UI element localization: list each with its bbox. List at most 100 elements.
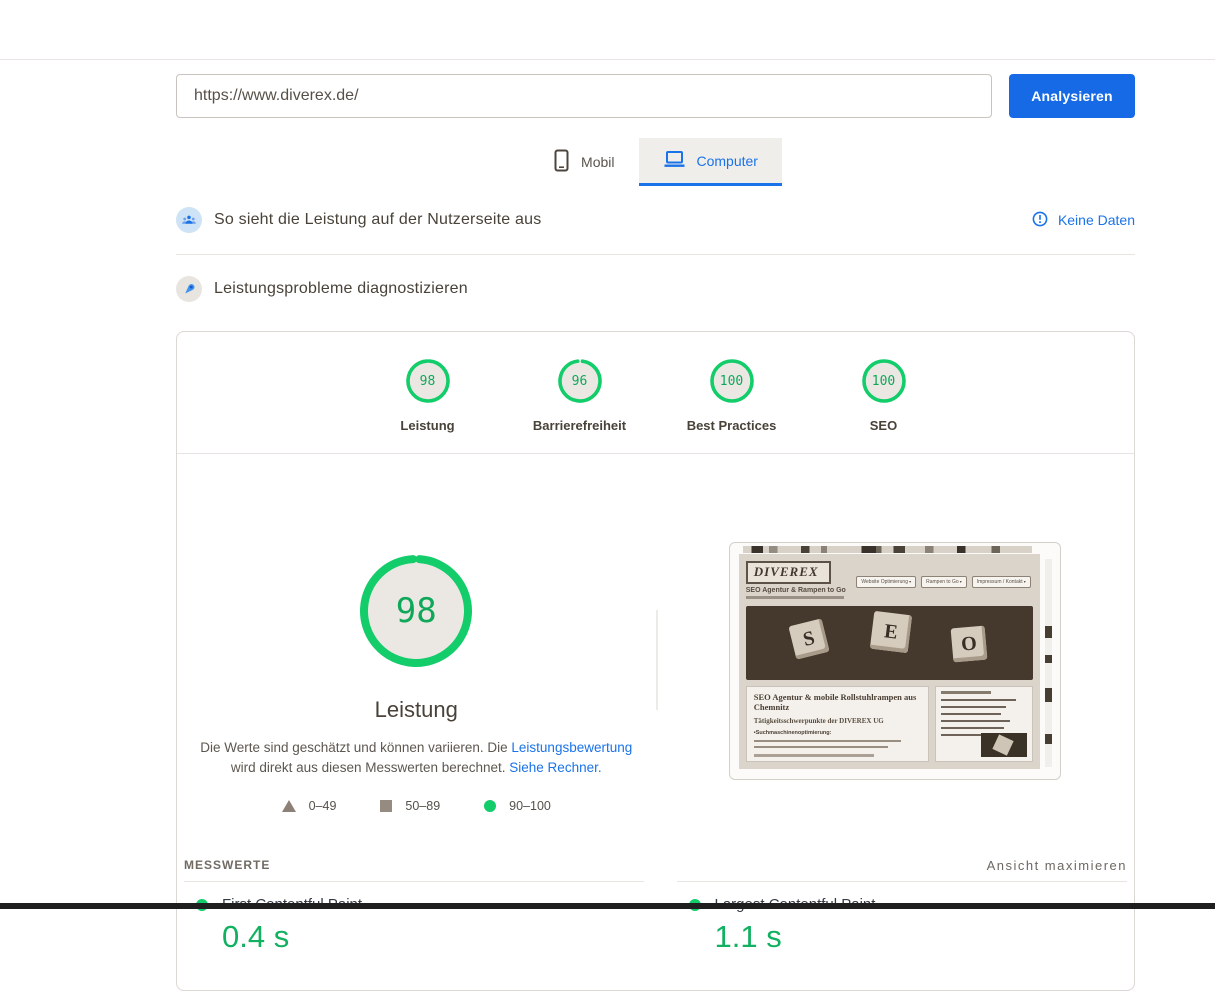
legend-average-range: 50–89 bbox=[405, 799, 440, 813]
page-header-band bbox=[0, 0, 1215, 60]
score-label: SEO bbox=[870, 418, 897, 433]
performance-gauge-label: Leistung bbox=[375, 697, 458, 723]
performance-overview: 98 Leistung Die Werte sind geschätzt und… bbox=[177, 454, 1134, 832]
gauge-description: Die Werte sind geschätzt und können vari… bbox=[195, 738, 637, 778]
site-text-bar bbox=[754, 754, 875, 757]
metrics-heading: MESSWERTE bbox=[184, 858, 644, 876]
score-label: Best Practices bbox=[687, 418, 777, 433]
desc-text: Die Werte sind geschätzt und können vari… bbox=[200, 740, 511, 755]
score-legend: 0–49 50–89 90–100 bbox=[282, 799, 551, 813]
legend-poor-range: 0–49 bbox=[309, 799, 337, 813]
sidebar-title-bar bbox=[941, 691, 991, 694]
lab-data-title: Leistungsprobleme diagnostizieren bbox=[214, 280, 468, 298]
score-label: Barrierefreiheit bbox=[533, 418, 626, 433]
thumbnail-scrollbar bbox=[1045, 559, 1052, 767]
tab-desktop[interactable]: Computer bbox=[639, 138, 782, 186]
info-icon bbox=[1032, 211, 1048, 230]
bottom-window-edge bbox=[0, 903, 1215, 909]
site-hero-image: S E O bbox=[746, 606, 1033, 680]
calculator-link[interactable]: Siehe Rechner. bbox=[509, 760, 601, 775]
sidebar-link-bar bbox=[941, 699, 1016, 702]
score-seo[interactable]: 100 SEO bbox=[824, 357, 944, 433]
sidebar-link-bar bbox=[941, 720, 1009, 723]
performance-score-value: 98 bbox=[357, 552, 475, 670]
site-bullet-title: Suchmaschinenoptimierung: bbox=[754, 730, 921, 736]
no-data-label: Keine Daten bbox=[1058, 212, 1135, 228]
field-data-section-header: So sieht die Leistung auf der Nutzerseit… bbox=[176, 186, 1135, 254]
site-nav: Website Optimierung Rampen to Go Impress… bbox=[856, 576, 1030, 588]
site-text-bar bbox=[754, 740, 901, 743]
metrics-divider bbox=[184, 881, 644, 882]
browser-chrome-strip bbox=[743, 546, 1032, 553]
metric-value: 1.1 s bbox=[715, 919, 1128, 955]
phone-icon bbox=[553, 149, 570, 175]
expand-view-link[interactable]: Ansicht maximieren bbox=[677, 858, 1128, 876]
url-bar: Analysieren bbox=[176, 74, 1135, 118]
score-value: 100 bbox=[708, 357, 756, 405]
performance-gauge-column: 98 Leistung Die Werte sind geschätzt und… bbox=[177, 454, 656, 832]
site-subheading: Tätigkeitsschwerpunkte der DIVEREX UG bbox=[754, 717, 921, 725]
report-card: 98 Leistung 96 Barrierefreiheit bbox=[176, 331, 1135, 991]
score-accessibility[interactable]: 96 Barrierefreiheit bbox=[520, 357, 640, 433]
square-icon bbox=[380, 800, 392, 812]
triangle-icon bbox=[282, 800, 296, 812]
site-sidebar bbox=[935, 686, 1033, 762]
device-tabs: Mobil Computer bbox=[176, 138, 1135, 186]
scrabble-tile: O bbox=[951, 625, 988, 662]
site-main-article: SEO Agentur & mobile Rollstuhlrampen aus… bbox=[746, 686, 929, 762]
score-gauge: 96 bbox=[556, 357, 604, 405]
tab-mobile-label: Mobil bbox=[581, 154, 614, 170]
circle-icon bbox=[484, 800, 496, 812]
score-value: 96 bbox=[556, 357, 604, 405]
score-gauge: 98 bbox=[404, 357, 452, 405]
site-content: SEO Agentur & mobile Rollstuhlrampen aus… bbox=[746, 686, 1033, 762]
url-input[interactable] bbox=[176, 74, 992, 118]
lab-data-section-header: Leistungsprobleme diagnostizieren bbox=[176, 255, 1135, 323]
tab-mobile[interactable]: Mobil bbox=[529, 138, 638, 186]
screenshot-column: DIVEREX SEO Agentur & Rampen to Go Websi… bbox=[656, 454, 1135, 832]
performance-gauge: 98 bbox=[357, 552, 475, 670]
scoring-link[interactable]: Leistungsbewertung bbox=[511, 740, 632, 755]
scrabble-tile: S bbox=[788, 619, 829, 660]
no-data-status[interactable]: Keine Daten bbox=[1032, 211, 1135, 230]
users-icon bbox=[176, 207, 202, 233]
site-heading: SEO Agentur & mobile Rollstuhlrampen aus… bbox=[754, 692, 921, 712]
metrics-divider bbox=[677, 881, 1128, 882]
site-nav-button: Website Optimierung bbox=[856, 576, 916, 588]
laptop-icon bbox=[663, 150, 686, 171]
main-content: Analysieren Mobil Computer bbox=[176, 74, 1135, 991]
site-nav-button: Impressum / Kontakt bbox=[972, 576, 1031, 588]
legend-average: 50–89 bbox=[380, 799, 440, 813]
site-nav-button: Rampen to Go bbox=[921, 576, 967, 588]
tab-desktop-label: Computer bbox=[697, 153, 758, 169]
scrabble-tile: E bbox=[870, 611, 912, 653]
metric-value: 0.4 s bbox=[222, 919, 644, 955]
sidebar-link-bar bbox=[941, 706, 1006, 709]
lighthouse-beacon-icon bbox=[176, 276, 202, 302]
site-subline-bar bbox=[746, 596, 844, 599]
page-screenshot-thumbnail[interactable]: DIVEREX SEO Agentur & Rampen to Go Websi… bbox=[729, 542, 1061, 780]
vertical-divider bbox=[656, 610, 658, 710]
site-preview: DIVEREX SEO Agentur & Rampen to Go Websi… bbox=[739, 554, 1040, 769]
legend-poor: 0–49 bbox=[282, 799, 337, 813]
score-value: 100 bbox=[860, 357, 908, 405]
site-header: DIVEREX SEO Agentur & Rampen to Go Websi… bbox=[746, 561, 1033, 603]
site-tagline: SEO Agentur & Rampen to Go bbox=[746, 587, 1033, 594]
field-data-title: So sieht die Leistung auf der Nutzerseit… bbox=[214, 211, 541, 229]
desc-text: wird direkt aus diesen Messwerten berech… bbox=[231, 760, 509, 775]
score-value: 98 bbox=[404, 357, 452, 405]
category-scores: 98 Leistung 96 Barrierefreiheit bbox=[177, 332, 1134, 453]
site-logo: DIVEREX bbox=[746, 561, 831, 584]
site-text-bar bbox=[754, 746, 888, 749]
score-label: Leistung bbox=[400, 418, 454, 433]
score-gauge: 100 bbox=[708, 357, 756, 405]
legend-good-range: 90–100 bbox=[509, 799, 551, 813]
sidebar-image bbox=[981, 733, 1027, 757]
sidebar-link-bar bbox=[941, 727, 1004, 730]
legend-good: 90–100 bbox=[484, 799, 551, 813]
analyze-button[interactable]: Analysieren bbox=[1009, 74, 1135, 118]
score-gauge: 100 bbox=[860, 357, 908, 405]
score-performance[interactable]: 98 Leistung bbox=[368, 357, 488, 433]
sidebar-link-bar bbox=[941, 713, 1001, 716]
score-best-practices[interactable]: 100 Best Practices bbox=[672, 357, 792, 433]
